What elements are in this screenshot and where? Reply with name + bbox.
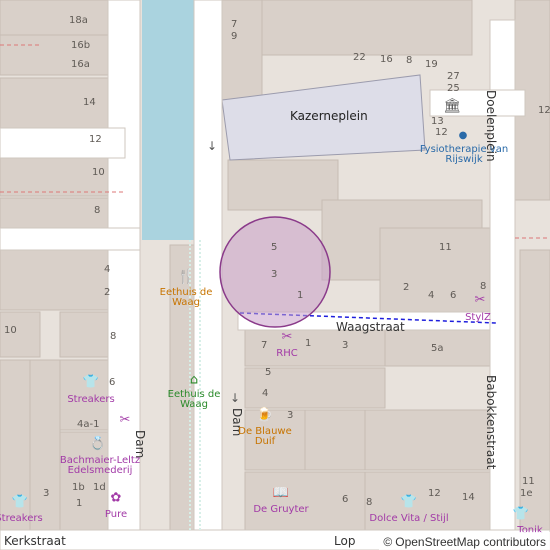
museum-icon[interactable]: 🏛 bbox=[443, 99, 461, 113]
house-number: 9 bbox=[231, 31, 238, 42]
eethuis-food-label[interactable]: Eethuis de Waag bbox=[156, 288, 216, 308]
stylz-label[interactable]: StylZ bbox=[465, 313, 491, 323]
gruyter-label[interactable]: De Gruyter bbox=[253, 505, 308, 515]
book-icon[interactable]: 📖 bbox=[273, 487, 289, 500]
glass-icon[interactable]: 🍺 bbox=[257, 409, 273, 422]
blauwe-duif-label[interactable]: De Blauwe Duif bbox=[230, 427, 300, 447]
house-number: 8 bbox=[110, 331, 117, 342]
house-number: 5a bbox=[431, 343, 444, 354]
fysio-label[interactable]: Fysiotherapie van Rijswijk bbox=[417, 145, 512, 165]
house-number: 12 bbox=[538, 105, 550, 116]
attribution-link[interactable]: OpenStreetMap contributors bbox=[395, 535, 546, 549]
house-number: 11 bbox=[522, 476, 535, 487]
house-number: 2 bbox=[403, 282, 410, 293]
waagstraat-label: Waagstraat bbox=[336, 320, 405, 334]
copyright-icon: © bbox=[383, 534, 393, 549]
house-number: 22 bbox=[353, 52, 366, 63]
house-number: 10 bbox=[92, 167, 105, 178]
house-number: 18a bbox=[69, 15, 88, 26]
svg-text:↓: ↓ bbox=[207, 139, 217, 153]
house-number: 13 bbox=[431, 116, 444, 127]
house-number: 16a bbox=[71, 59, 90, 70]
rhc-label[interactable]: RHC bbox=[276, 349, 297, 359]
tshirt-icon[interactable]: 👕 bbox=[12, 496, 28, 509]
house-number: 8 bbox=[94, 205, 101, 216]
house-number: 6 bbox=[342, 494, 349, 505]
house-number: 4 bbox=[104, 264, 111, 275]
house-number: 14 bbox=[83, 97, 96, 108]
babokkenstraat-label: Babokkenstraat bbox=[484, 375, 498, 470]
house-number: 4 bbox=[428, 290, 435, 301]
house-number: 3 bbox=[342, 340, 349, 351]
house-number: 1 bbox=[297, 290, 304, 301]
shelter-icon[interactable]: ⌂ bbox=[190, 374, 198, 387]
house-number: 8 bbox=[406, 55, 413, 66]
kazerneplein-label: Kazerneplein bbox=[290, 109, 368, 123]
house-number: 1b bbox=[72, 482, 85, 493]
bachmaier-label[interactable]: Bachmaier-Leltz Edelsmederij bbox=[50, 456, 150, 476]
attribution-bar: © OpenStreetMap contributors bbox=[379, 532, 550, 550]
house-number: 12 bbox=[435, 127, 448, 138]
house-number: 5 bbox=[265, 367, 272, 378]
tshirt-icon[interactable]: 👕 bbox=[401, 496, 417, 509]
house-number: 5 bbox=[271, 242, 278, 253]
house-number: 12 bbox=[428, 488, 441, 499]
house-number: 4a-1 bbox=[77, 419, 100, 430]
house-number: 2 bbox=[104, 287, 111, 298]
house-number: 1 bbox=[305, 338, 312, 349]
tshirt-icon[interactable]: 👕 bbox=[513, 508, 529, 521]
house-number: 10 bbox=[4, 325, 17, 336]
house-number: 12 bbox=[89, 134, 102, 145]
map-canvas[interactable]: ↓ ↓ Kazerneplein Waagstraat Dam Dam Doel… bbox=[0, 0, 550, 550]
house-number: 8 bbox=[366, 497, 373, 508]
dot-icon[interactable]: ● bbox=[459, 131, 468, 141]
svg-text:↓: ↓ bbox=[230, 391, 240, 405]
house-number: 27 bbox=[447, 71, 460, 82]
house-number: 3 bbox=[287, 410, 294, 421]
flower-icon[interactable]: ✿ bbox=[111, 492, 122, 505]
house-number: 16b bbox=[71, 40, 91, 51]
house-number: 7 bbox=[231, 19, 238, 30]
scissors-icon[interactable]: ✂ bbox=[475, 294, 486, 307]
house-number: 6 bbox=[450, 290, 457, 301]
house-number: 25 bbox=[447, 83, 460, 94]
streakers-top-label[interactable]: Streakers bbox=[67, 395, 114, 405]
house-number: 16 bbox=[380, 54, 393, 65]
house-number: 4 bbox=[262, 388, 269, 399]
tshirt-icon[interactable]: 👕 bbox=[83, 376, 99, 389]
lop-label: Lop bbox=[334, 534, 356, 548]
house-number: 8 bbox=[480, 281, 487, 292]
house-number: 1 bbox=[76, 498, 83, 509]
fork-knife-icon[interactable]: 🍴 bbox=[177, 270, 194, 284]
streakers-bottom-label[interactable]: Streakers bbox=[0, 514, 43, 524]
pure-label[interactable]: Pure bbox=[105, 510, 127, 520]
house-number: 1d bbox=[93, 482, 106, 493]
scissors-icon[interactable]: ✂ bbox=[282, 331, 293, 344]
dolce-vita-label[interactable]: Dolce Vita / Stijl bbox=[369, 514, 448, 524]
house-number: 14 bbox=[462, 492, 475, 503]
house-number: 19 bbox=[425, 59, 438, 70]
house-number: 6 bbox=[109, 377, 116, 388]
house-number: 3 bbox=[271, 269, 278, 280]
house-number: 1e bbox=[520, 488, 533, 499]
eethuis-park-label[interactable]: Eethuis de Waag bbox=[164, 390, 224, 410]
scissors-icon[interactable]: ✂ bbox=[120, 414, 131, 427]
house-number: 7 bbox=[261, 340, 268, 351]
house-number: 3 bbox=[43, 488, 50, 499]
ring-icon[interactable]: 💍 bbox=[90, 438, 106, 451]
house-number: 11 bbox=[439, 242, 452, 253]
kerkstraat-label: Kerkstraat bbox=[4, 534, 66, 548]
